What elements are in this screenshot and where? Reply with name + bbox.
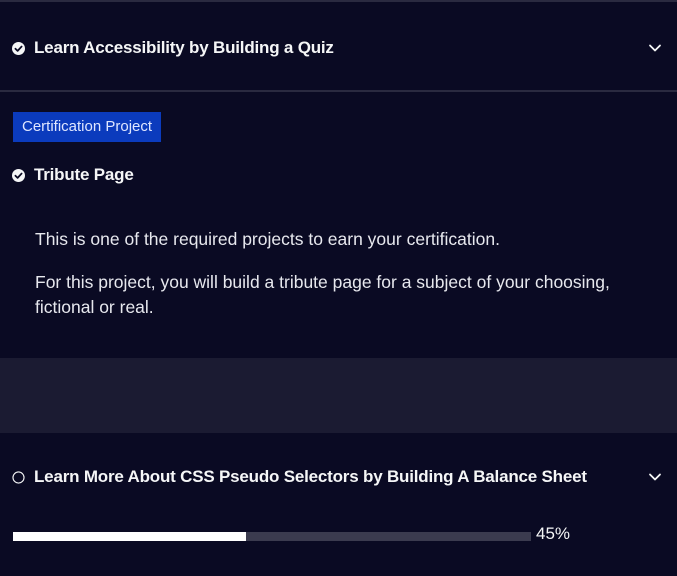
project-description-1: This is one of the required projects to … — [35, 229, 500, 249]
certification-badge: Certification Project — [13, 112, 162, 142]
chevron-down-icon[interactable] — [647, 40, 663, 56]
section-header-accessibility[interactable]: Learn Accessibility by Building a Quiz — [12, 33, 663, 63]
chevron-down-icon[interactable] — [647, 469, 663, 485]
progress-bar-fill — [13, 532, 247, 541]
curriculum-page: Learn Accessibility by Building a Quiz C… — [0, 0, 677, 576]
tribute-header[interactable]: Tribute Page — [12, 160, 663, 190]
section-tribute-page: Certification Project Tribute Page This … — [0, 95, 677, 358]
section-accessibility-quiz[interactable]: Learn Accessibility by Building a Quiz — [0, 0, 677, 92]
project-description-2: For this project, you will build a tribu… — [35, 272, 610, 317]
section-divider — [0, 358, 677, 433]
progress-bar — [13, 532, 531, 541]
section-title: Learn Accessibility by Building a Quiz — [34, 38, 334, 57]
section-title: Learn More About CSS Pseudo Selectors by… — [34, 467, 587, 486]
check-circle-icon — [12, 168, 25, 182]
check-circle-icon — [12, 41, 25, 55]
progress-percentage: 45% — [536, 524, 571, 543]
project-title[interactable]: Tribute Page — [34, 165, 134, 185]
empty-circle-icon — [12, 470, 25, 484]
section-header-balance-sheet[interactable]: Learn More About CSS Pseudo Selectors by… — [12, 462, 663, 492]
section-balance-sheet[interactable]: Learn More About CSS Pseudo Selectors by… — [0, 433, 677, 576]
